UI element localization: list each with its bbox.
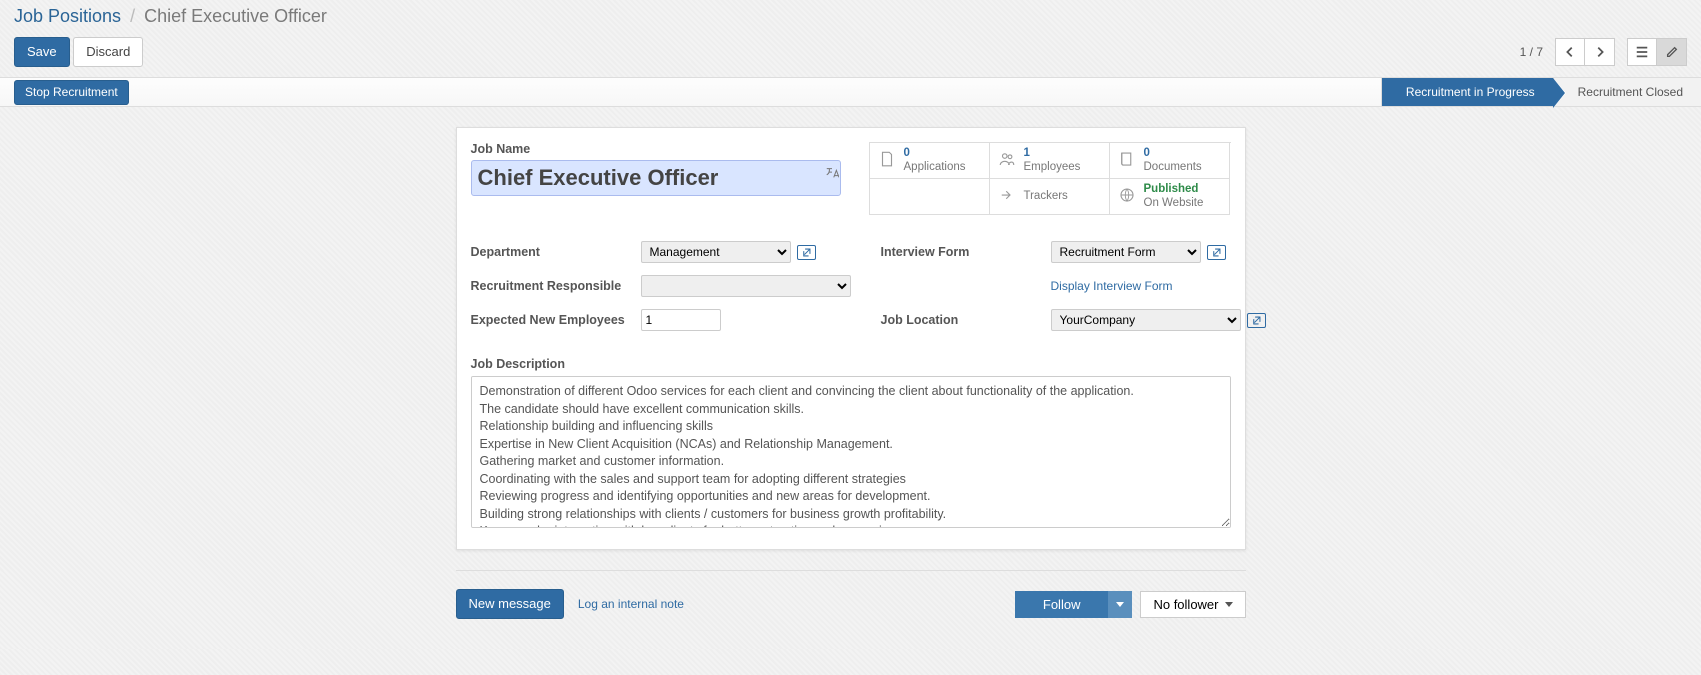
job-name-input[interactable] [471,160,841,196]
job-name-label: Job Name [471,142,845,156]
document-icon [878,150,896,171]
stat-trackers[interactable]: Trackers [990,179,1110,215]
view-list-button[interactable] [1627,38,1657,66]
stage-in-progress[interactable]: Recruitment in Progress [1381,78,1553,106]
users-icon [998,150,1016,171]
stat-documents[interactable]: 0Documents [1110,143,1230,179]
stage-closed[interactable]: Recruitment Closed [1553,78,1701,106]
location-select[interactable]: YourCompany [1051,309,1241,331]
description-label: Job Description [471,357,1231,371]
stat-applications[interactable]: 0Applications [870,143,990,179]
expected-label: Expected New Employees [471,313,641,327]
chevron-left-icon [1563,45,1577,59]
pager: 1 / 7 [1520,45,1543,59]
discard-button[interactable]: Discard [73,37,143,67]
external-link-icon [1211,247,1222,258]
expected-input[interactable] [641,309,721,331]
breadcrumb-sep: / [130,6,135,26]
breadcrumb-current: Chief Executive Officer [144,6,327,26]
log-note-link[interactable]: Log an internal note [578,597,684,611]
book-icon [1118,150,1136,171]
external-link-icon [1251,315,1262,326]
stat-employees[interactable]: 1Employees [990,143,1110,179]
globe-icon [1118,186,1136,207]
department-select[interactable]: Management [641,241,791,263]
save-button[interactable]: Save [14,37,70,67]
form-sheet: Job Name 0Applications 1Employees [456,127,1246,550]
edit-icon [1665,45,1679,59]
view-form-button[interactable] [1657,38,1687,66]
pager-next[interactable] [1585,38,1615,66]
follow-button[interactable]: Follow [1015,591,1109,618]
share-icon [998,186,1016,207]
department-external-link[interactable] [797,245,816,260]
translate-icon[interactable] [825,166,839,183]
pager-prev[interactable] [1555,38,1585,66]
location-external-link[interactable] [1247,313,1266,328]
stat-published[interactable]: PublishedOn Website [1110,179,1230,215]
stop-recruitment-button[interactable]: Stop Recruitment [14,80,129,105]
list-icon [1635,45,1649,59]
chevron-right-icon [1593,45,1607,59]
interview-label: Interview Form [881,245,1051,259]
new-message-button[interactable]: New message [456,589,564,619]
stat-spacer [870,179,990,215]
responsible-label: Recruitment Responsible [471,279,641,293]
breadcrumb-root[interactable]: Job Positions [14,6,121,26]
interview-select[interactable]: Recruitment Form [1051,241,1201,263]
follow-dropdown[interactable] [1108,591,1132,618]
followers-button[interactable]: No follower [1140,591,1245,618]
department-label: Department [471,245,641,259]
breadcrumb: Job Positions / Chief Executive Officer [14,6,1687,27]
external-link-icon [801,247,812,258]
interview-external-link[interactable] [1207,245,1226,260]
location-label: Job Location [881,313,1051,327]
display-interview-link[interactable]: Display Interview Form [1051,279,1173,293]
responsible-select[interactable] [641,275,851,297]
description-textarea[interactable] [471,376,1231,528]
